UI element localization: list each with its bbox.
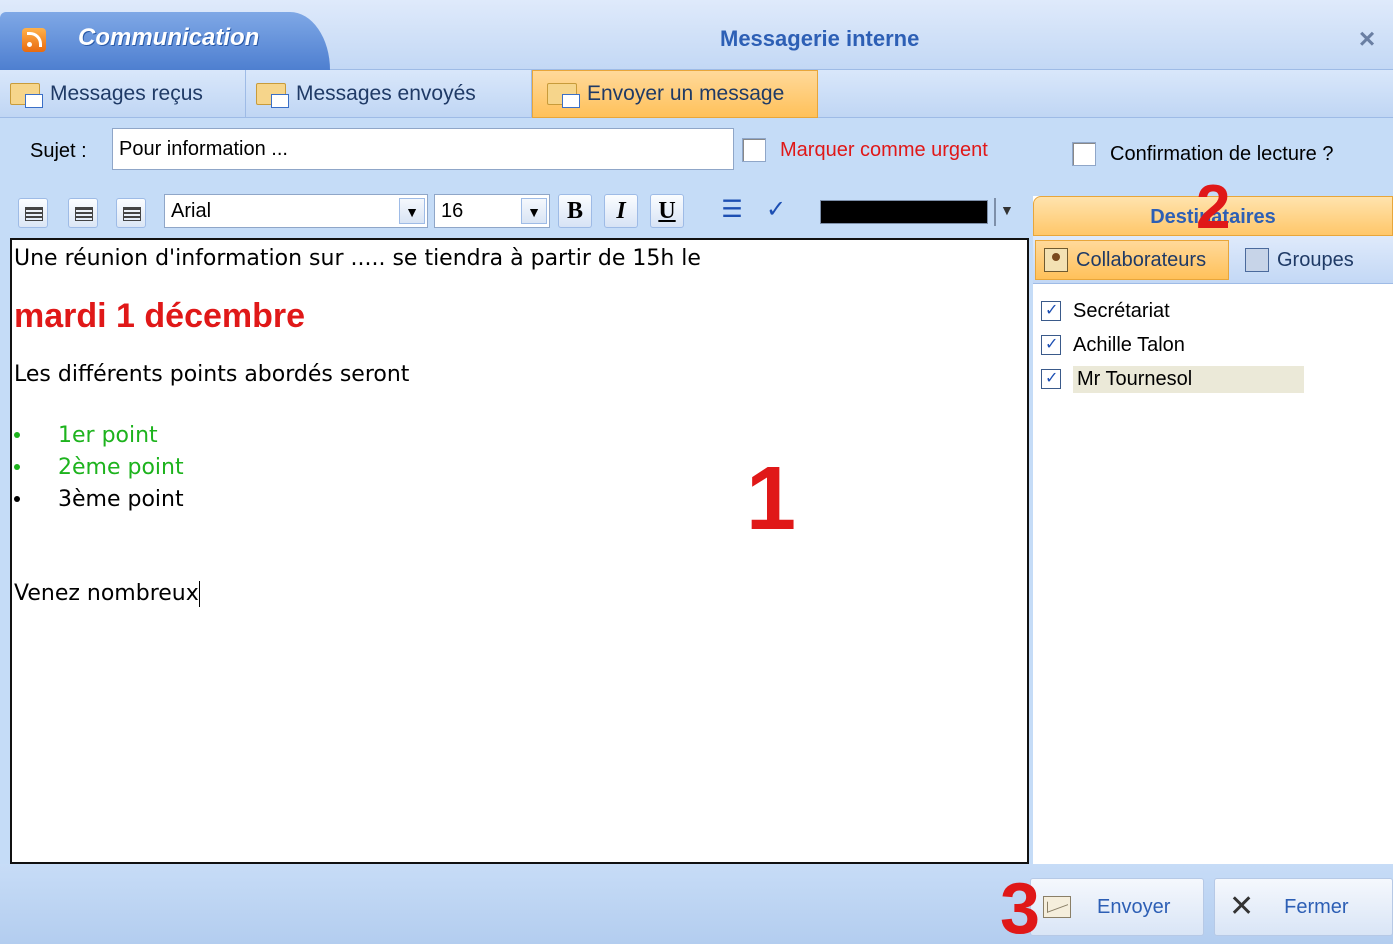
underline-button[interactable]: U bbox=[650, 194, 684, 228]
align-left-icon bbox=[25, 207, 43, 221]
recipients-subtabs: Collaborateurs Groupes bbox=[1033, 236, 1393, 284]
message-editor[interactable]: Une réunion d'information sur ..... se t… bbox=[10, 238, 1029, 864]
send-label: Envoyer bbox=[1097, 895, 1171, 918]
italic-button[interactable]: I bbox=[604, 194, 638, 228]
tab-messages-received[interactable]: Messages reçus bbox=[0, 70, 246, 118]
person-icon bbox=[1044, 248, 1068, 272]
spellcheck-icon[interactable]: ✓ bbox=[758, 192, 794, 228]
send-button[interactable]: Envoyer bbox=[1030, 878, 1204, 936]
font-name-select[interactable]: Arial ▼ bbox=[164, 194, 428, 228]
align-center-icon bbox=[75, 207, 93, 221]
subject-input[interactable] bbox=[112, 128, 734, 170]
close-icon[interactable]: × bbox=[1352, 24, 1382, 54]
recipient-checkbox[interactable] bbox=[1041, 368, 1061, 389]
list-item: 3ème point bbox=[14, 483, 1027, 515]
bullet-list: 1er point 2ème point 3ème point bbox=[14, 419, 1027, 515]
text-cursor bbox=[198, 581, 200, 607]
read-confirmation-checkbox-box[interactable] bbox=[1072, 142, 1096, 166]
recipient-checkbox[interactable] bbox=[1041, 334, 1061, 355]
align-left-button[interactable] bbox=[18, 198, 48, 228]
tab-bar: Messages reçus Messages envoyés Envoyer … bbox=[0, 70, 1393, 118]
recipient-item[interactable]: Secrétariat bbox=[1041, 294, 1381, 328]
tab-label: Envoyer un message bbox=[587, 82, 785, 105]
editor-closing: Venez nombreux bbox=[14, 581, 1027, 607]
app-name: Communication bbox=[78, 24, 260, 51]
tab-send-message[interactable]: Envoyer un message bbox=[532, 70, 818, 118]
editor-line: Une réunion d'information sur ..... se t… bbox=[14, 246, 701, 271]
color-divider bbox=[994, 198, 996, 226]
bullet-dot bbox=[14, 496, 20, 502]
font-name-value: Arial bbox=[171, 199, 212, 222]
color-dropdown-icon[interactable]: ▼ bbox=[1000, 202, 1014, 218]
bullet-list-icon[interactable]: ☰ bbox=[714, 192, 750, 228]
list-item-text: 2ème point bbox=[58, 454, 184, 480]
align-center-button[interactable] bbox=[68, 198, 98, 228]
close-icon: ✕ bbox=[1229, 890, 1255, 923]
rss-icon bbox=[22, 28, 46, 52]
tab-collaborators[interactable]: Collaborateurs bbox=[1035, 240, 1229, 280]
recipient-name: Secrétariat bbox=[1073, 299, 1170, 322]
recipient-name: Mr Tournesol bbox=[1073, 365, 1305, 393]
title-bar: Communication Messagerie interne × bbox=[0, 0, 1393, 70]
callout-marker-3: 3 bbox=[1000, 869, 1041, 944]
tab-groups[interactable]: Groupes bbox=[1237, 240, 1387, 280]
chevron-down-icon[interactable]: ▼ bbox=[521, 198, 547, 224]
editor-date: mardi 1 décembre bbox=[14, 297, 306, 335]
bullet-dot bbox=[14, 464, 20, 470]
group-icon bbox=[1245, 248, 1269, 272]
callout-marker-2: 2 bbox=[1196, 173, 1231, 242]
list-item: 1er point bbox=[14, 419, 1027, 451]
recipient-checkbox[interactable] bbox=[1041, 300, 1061, 321]
urgent-label: Marquer comme urgent bbox=[780, 138, 988, 161]
compose-icon bbox=[547, 83, 580, 108]
font-size-value: 16 bbox=[441, 199, 464, 222]
inbox-icon bbox=[10, 83, 43, 108]
align-right-button[interactable] bbox=[116, 198, 146, 228]
recipient-name: Achille Talon bbox=[1073, 333, 1185, 356]
tab-messages-sent[interactable]: Messages envoyés bbox=[246, 70, 532, 118]
window-title: Messagerie interne bbox=[720, 26, 920, 51]
recipient-list: Secrétariat Achille Talon Mr Tournesol bbox=[1041, 294, 1381, 396]
text-color-swatch[interactable] bbox=[820, 200, 988, 224]
callout-marker-1: 1 bbox=[746, 449, 797, 549]
subtab-label: Groupes bbox=[1277, 248, 1354, 271]
bullet-dot bbox=[14, 432, 20, 438]
sent-icon bbox=[256, 83, 289, 108]
close-button[interactable]: ✕ Fermer bbox=[1214, 878, 1393, 936]
list-item-text: 1er point bbox=[58, 422, 158, 448]
urgent-checkbox[interactable]: Marquer comme urgent bbox=[742, 138, 988, 162]
subtab-label: Collaborateurs bbox=[1076, 248, 1207, 271]
tab-label: Messages envoyés bbox=[296, 82, 476, 105]
close-label: Fermer bbox=[1284, 895, 1349, 918]
subject-label: Sujet : bbox=[30, 140, 87, 162]
bold-button[interactable]: B bbox=[558, 194, 592, 228]
recipient-item[interactable]: Achille Talon bbox=[1041, 328, 1381, 362]
envelope-icon bbox=[1043, 896, 1071, 918]
align-right-icon bbox=[123, 207, 141, 221]
urgent-checkbox-box[interactable] bbox=[742, 138, 766, 162]
recipient-item[interactable]: Mr Tournesol bbox=[1041, 362, 1381, 396]
read-confirmation-label: Confirmation de lecture ? bbox=[1110, 142, 1334, 165]
read-confirmation-checkbox[interactable]: Confirmation de lecture ? bbox=[1072, 142, 1333, 166]
editor-line: Les différents points abordés seront bbox=[14, 362, 410, 387]
closing-text: Venez nombreux bbox=[14, 581, 199, 606]
font-size-select[interactable]: 16 ▼ bbox=[434, 194, 550, 228]
list-item-text: 3ème point bbox=[58, 486, 184, 512]
list-item: 2ème point bbox=[14, 451, 1027, 483]
chevron-down-icon[interactable]: ▼ bbox=[399, 198, 425, 224]
tab-label: Messages reçus bbox=[50, 82, 203, 105]
recipients-panel: Destinataires Collaborateurs Groupes Sec… bbox=[1033, 196, 1393, 864]
